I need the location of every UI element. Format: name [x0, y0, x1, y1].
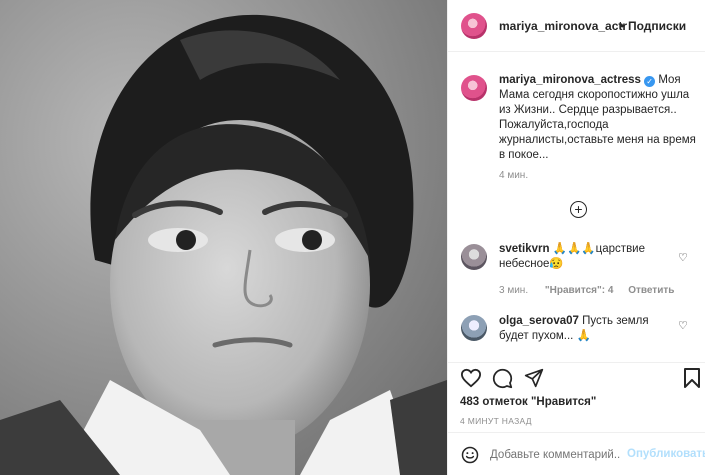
add-comment-bar: Опубликовать — [448, 432, 705, 476]
caption-body: mariya_mironova_actress ✓ Моя Мама сегод… — [499, 73, 699, 163]
emoji-smiley-icon[interactable] — [461, 446, 479, 464]
comment-bubble-icon[interactable] — [492, 368, 513, 389]
comment-1-username[interactable]: svetikvrn — [499, 243, 550, 255]
comment-1-likes[interactable]: "Нравится": 4 — [545, 285, 614, 296]
comment-1-text-line2: небесное😥 — [499, 258, 564, 270]
share-paper-plane-icon[interactable] — [524, 368, 544, 388]
like-heart-icon[interactable] — [460, 368, 482, 388]
portrait-image — [0, 0, 447, 475]
header-separator: • — [620, 19, 625, 33]
likes-count[interactable]: 483 отметок "Нравится" — [460, 396, 596, 408]
post-timestamp[interactable]: 4 МИНУТ НАЗАД — [460, 416, 532, 426]
caption-line-2: из Жизни.. Сердце разрывается.. — [499, 104, 677, 116]
caption-line-3: Пожалуйста,господа — [499, 119, 609, 131]
post-actions-bar — [448, 362, 705, 393]
caption-text-first: Моя — [658, 74, 681, 86]
post-side-panel: mariya_mironova_actr • Подписки mariya_m… — [447, 0, 705, 475]
comment-2-username[interactable]: olga_serova07 — [499, 315, 579, 327]
comment-1-body: svetikvrn 🙏🙏🙏царствие небесное😥 — [499, 242, 679, 272]
publish-button[interactable]: Опубликовать — [627, 448, 705, 460]
post-photo[interactable] — [0, 0, 447, 475]
caption-line-4: журналисты,оставьте меня на время — [499, 134, 696, 146]
verified-badge-icon: ✓ — [644, 76, 656, 87]
comment-1-meta: 3 мин. "Нравится": 4 Ответить — [499, 285, 674, 296]
author-username[interactable]: mariya_mironova_actr — [499, 19, 627, 33]
comment-avatar-2[interactable] — [461, 315, 487, 341]
save-bookmark-icon[interactable] — [684, 368, 700, 388]
plus-icon: + — [574, 201, 583, 217]
post-header: mariya_mironova_actr • Подписки — [448, 0, 705, 52]
comment-2-body: olga_serova07 Пусть земля будет пухом...… — [499, 314, 679, 344]
caption-avatar[interactable] — [461, 75, 487, 101]
author-avatar[interactable] — [461, 13, 487, 39]
comment-input[interactable] — [490, 445, 620, 465]
comment-1-time[interactable]: 3 мин. — [499, 285, 528, 296]
comment-1-text-line1: 🙏🙏🙏царствие — [552, 243, 645, 255]
caption-line-1: Мама сегодня скоропостижно ушла — [499, 89, 690, 101]
comment-avatar-1[interactable] — [461, 244, 487, 270]
comment-2-text-line2: будет пухом... 🙏 — [499, 330, 591, 342]
following-button[interactable]: Подписки — [628, 19, 686, 33]
comment-1-reply-button[interactable]: Ответить — [628, 285, 674, 296]
comment-1-like-heart-icon[interactable]: ♡ — [678, 253, 689, 264]
caption-line-5: в покое... — [499, 149, 549, 161]
caption-time[interactable]: 4 мин. — [499, 170, 528, 181]
comment-2-text-line1: Пусть земля — [582, 315, 649, 327]
caption-username[interactable]: mariya_mironova_actress — [499, 74, 641, 86]
comment-2-like-heart-icon[interactable]: ♡ — [678, 321, 689, 332]
load-more-comments-button[interactable]: + — [570, 201, 587, 218]
